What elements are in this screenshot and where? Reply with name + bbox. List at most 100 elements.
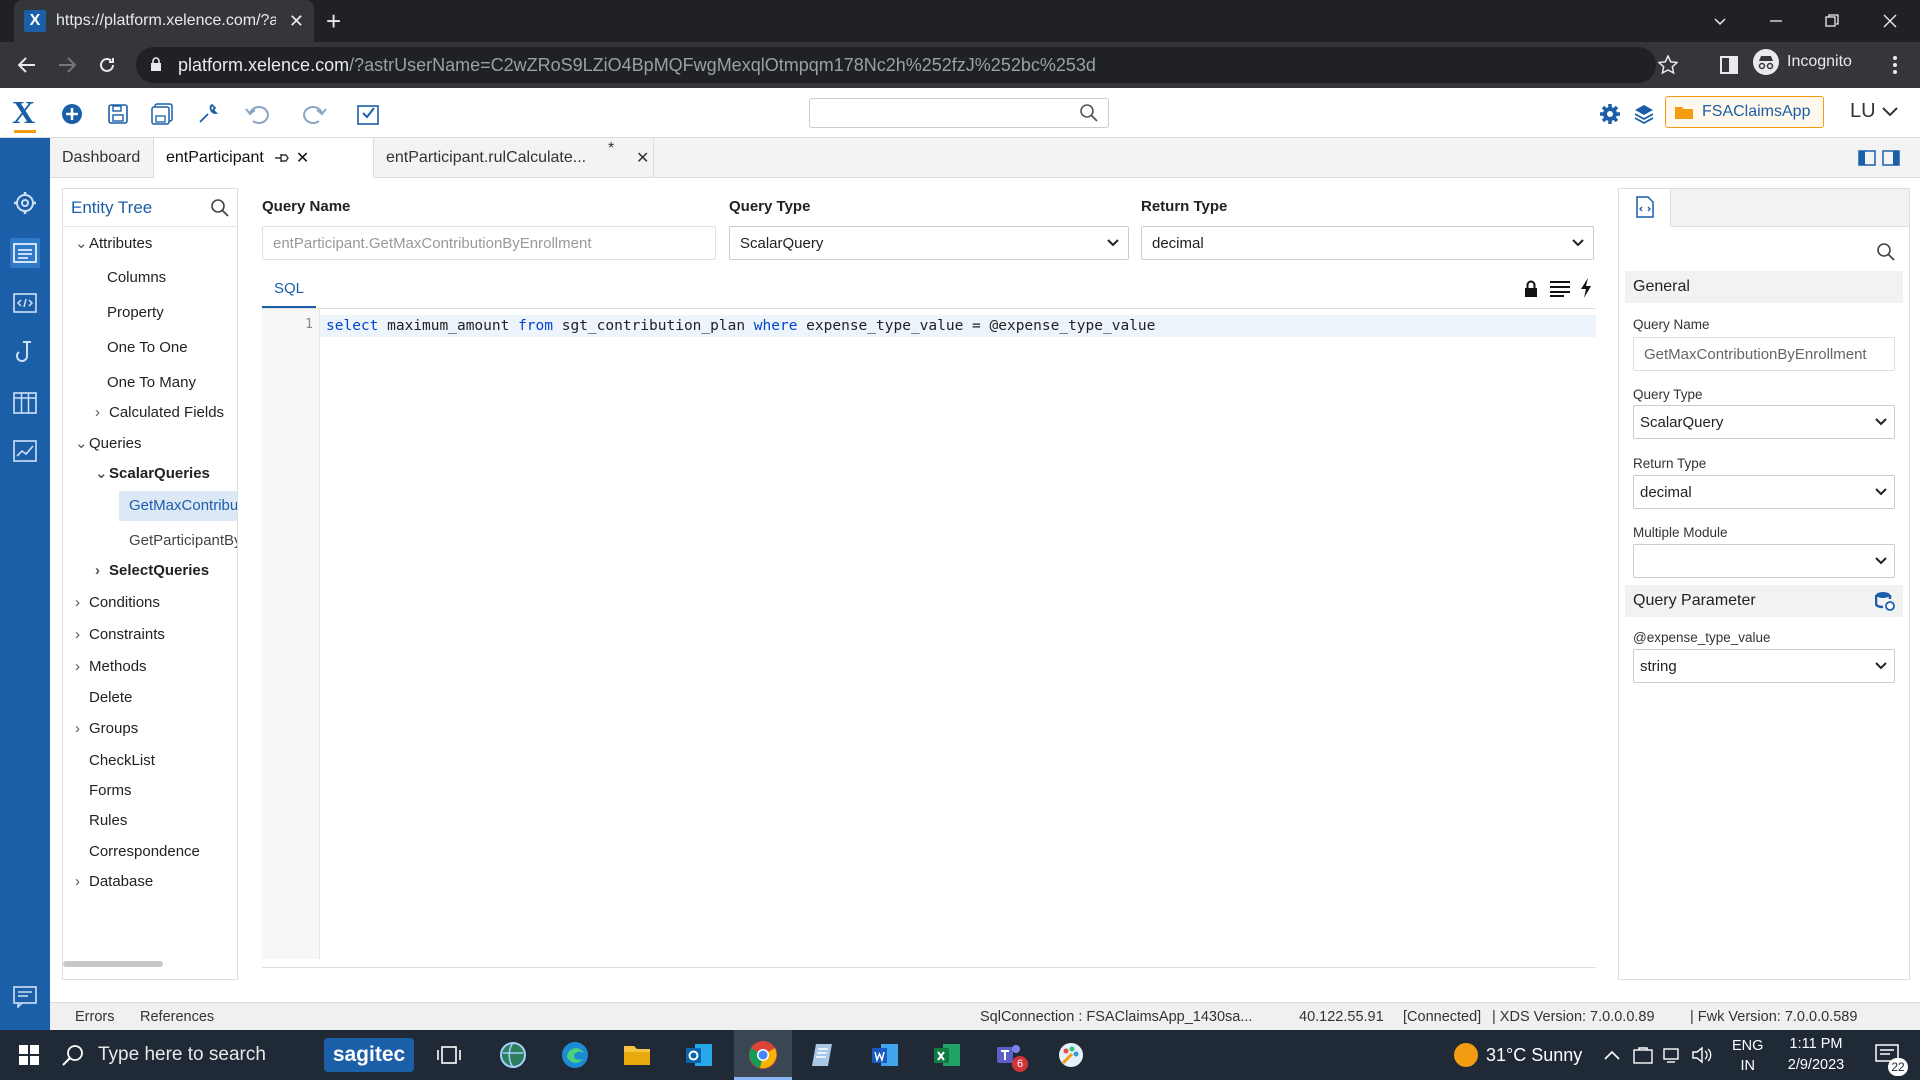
incognito-indicator[interactable]: Incognito xyxy=(1753,49,1852,75)
forward-icon[interactable] xyxy=(52,50,82,80)
clock[interactable]: 1:11 PM 2/9/2023 xyxy=(1778,1034,1854,1076)
prop-multiple-module-select[interactable] xyxy=(1633,544,1895,578)
columns-icon[interactable] xyxy=(10,388,40,418)
properties-tab[interactable] xyxy=(1619,189,1671,227)
minimize-icon[interactable] xyxy=(1748,0,1804,42)
excel-icon[interactable] xyxy=(928,1036,966,1074)
add-icon[interactable] xyxy=(58,100,86,128)
tab-dashboard[interactable]: Dashboard xyxy=(50,138,154,178)
chevron-down-icon[interactable]: ⌄ xyxy=(75,434,89,452)
tree-node-rules[interactable]: Rules xyxy=(89,812,127,829)
deploy-icon[interactable] xyxy=(354,100,382,128)
tree-node-property[interactable]: Property xyxy=(107,304,164,321)
chevron-right-icon[interactable]: › xyxy=(75,594,89,611)
tree-node-correspondence[interactable]: Correspondence xyxy=(89,843,200,860)
report-icon[interactable] xyxy=(10,436,40,466)
file-explorer-icon[interactable] xyxy=(618,1036,656,1074)
notification-center-icon[interactable]: 22 xyxy=(1868,1036,1908,1076)
tree-node-queries[interactable]: ⌄Queries xyxy=(75,434,142,452)
network-icon[interactable] xyxy=(1660,1036,1686,1074)
close-tab-icon[interactable]: ✕ xyxy=(289,11,304,32)
header-search-input[interactable] xyxy=(809,98,1109,128)
tree-node-one-to-one[interactable]: One To One xyxy=(107,339,188,356)
app-selector-button[interactable]: FSAClaimsApp xyxy=(1665,96,1824,128)
tree-node-columns[interactable]: Columns xyxy=(107,269,166,286)
pin-icon[interactable] xyxy=(274,152,290,164)
hook-icon[interactable] xyxy=(10,338,40,368)
edge-icon[interactable] xyxy=(556,1036,594,1074)
new-tab-icon[interactable]: + xyxy=(326,8,341,34)
chevron-right-icon[interactable]: › xyxy=(95,404,109,421)
tree-node-getmaxcontribution[interactable]: GetMaxContributionByEnrollment xyxy=(119,491,237,521)
search-icon[interactable] xyxy=(211,198,229,217)
prop-return-type-select[interactable]: decimal xyxy=(1633,475,1895,509)
redo-icon[interactable] xyxy=(300,100,328,128)
sql-editor[interactable]: 1 select maximum_amount from sgt_contrib… xyxy=(262,308,1596,968)
tree-node-attributes[interactable]: ⌄Attributes xyxy=(75,234,152,252)
undo-icon[interactable] xyxy=(244,100,272,128)
tree-node-methods[interactable]: › Methods xyxy=(75,658,147,675)
sagitec-app-icon[interactable]: sagitec xyxy=(324,1038,414,1072)
database-refresh-icon[interactable] xyxy=(1875,591,1895,611)
xelence-logo[interactable]: X xyxy=(12,94,35,131)
tab-entparticipant[interactable]: entParticipant ✕ xyxy=(154,138,374,178)
save-all-icon[interactable] xyxy=(148,100,176,128)
settings-cog-icon[interactable] xyxy=(10,188,40,218)
globe-app-icon[interactable] xyxy=(494,1036,532,1074)
bookmark-star-icon[interactable] xyxy=(1658,55,1678,75)
chevron-right-icon[interactable]: › xyxy=(75,626,89,643)
tree-node-getparticipant[interactable]: GetParticipantByEnrollment xyxy=(129,532,237,549)
restore-icon[interactable] xyxy=(1804,0,1860,42)
horizontal-scrollbar[interactable] xyxy=(63,961,163,967)
code-icon[interactable] xyxy=(10,288,40,318)
lock-icon[interactable] xyxy=(1524,280,1538,298)
user-menu[interactable]: LU xyxy=(1850,100,1898,123)
tree-node-scalarqueries[interactable]: ⌄ScalarQueries xyxy=(95,464,210,482)
taskbar-search-box[interactable]: Type here to search xyxy=(62,1030,312,1080)
volume-icon[interactable] xyxy=(1690,1036,1716,1074)
tab-search-icon[interactable] xyxy=(1692,0,1748,42)
entity-icon[interactable] xyxy=(10,238,40,268)
tree-node-one-to-many[interactable]: One To Many xyxy=(107,374,196,391)
back-icon[interactable] xyxy=(12,50,42,80)
query-type-select[interactable]: ScalarQuery xyxy=(729,226,1129,260)
tab-sql[interactable]: SQL xyxy=(262,278,316,308)
chrome-taskbar-item[interactable] xyxy=(734,1030,792,1080)
wrench-icon[interactable] xyxy=(194,100,222,128)
errors-tab[interactable]: Errors xyxy=(75,1009,114,1025)
side-panel-icon[interactable] xyxy=(1714,50,1744,80)
teams-icon[interactable]: 6 xyxy=(990,1036,1028,1074)
close-window-icon[interactable] xyxy=(1862,0,1918,42)
param-type-select[interactable]: string xyxy=(1633,649,1895,683)
security-icon[interactable] xyxy=(1630,1036,1656,1074)
prop-query-type-select[interactable]: ScalarQuery xyxy=(1633,405,1895,439)
tree-node-calculated-fields[interactable]: › Calculated Fields xyxy=(95,404,224,421)
chevron-right-icon[interactable]: › xyxy=(75,873,89,890)
close-tab-icon[interactable]: ✕ xyxy=(636,148,649,168)
tree-node-groups[interactable]: › Groups xyxy=(75,720,138,737)
chevron-up-icon[interactable] xyxy=(1600,1036,1624,1074)
chevron-right-icon[interactable]: › xyxy=(95,562,109,579)
tree-node-delete[interactable]: Delete xyxy=(89,689,132,706)
weather-widget[interactable]: 31°C Sunny xyxy=(1454,1030,1582,1080)
save-icon[interactable] xyxy=(104,100,132,128)
paint-icon[interactable] xyxy=(1052,1036,1090,1074)
tree-node-selectqueries[interactable]: › SelectQueries xyxy=(95,562,209,579)
tree-node-database[interactable]: › Database xyxy=(75,873,153,890)
gear-icon[interactable] xyxy=(1596,100,1624,128)
references-tab[interactable]: References xyxy=(140,1009,214,1025)
chevron-down-icon[interactable]: ⌄ xyxy=(95,464,109,482)
word-icon[interactable] xyxy=(866,1036,904,1074)
tree-node-conditions[interactable]: › Conditions xyxy=(75,594,160,611)
layout-right-icon[interactable] xyxy=(1882,150,1900,166)
chevron-right-icon[interactable]: › xyxy=(75,720,89,737)
tree-node-constraints[interactable]: › Constraints xyxy=(75,626,165,643)
code-line[interactable]: select maximum_amount from sgt_contribut… xyxy=(320,315,1596,337)
windows-start-icon[interactable] xyxy=(10,1036,48,1074)
task-view-icon[interactable] xyxy=(430,1036,468,1074)
chevron-right-icon[interactable]: › xyxy=(75,658,89,675)
messages-icon[interactable] xyxy=(10,982,40,1012)
return-type-select[interactable]: decimal xyxy=(1141,226,1594,260)
browser-tab[interactable]: X https://platform.xelence.com/?astrUser… xyxy=(14,0,314,42)
tab-rulcalculate[interactable]: entParticipant.rulCalculate... * ✕ xyxy=(374,138,654,178)
